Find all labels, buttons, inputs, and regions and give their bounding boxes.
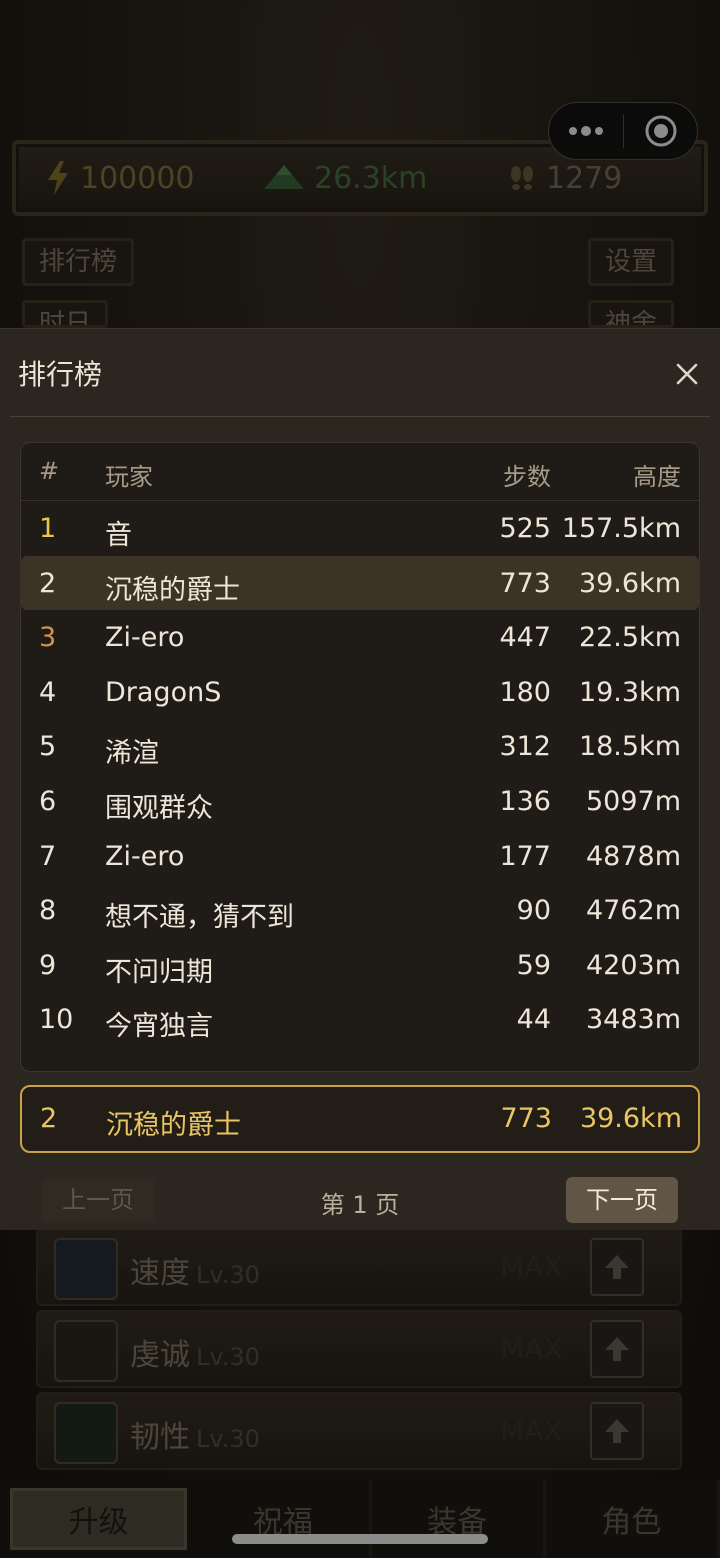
table-body: 1 音 525 157.5km 2 沉稳的爵士 773 39.6km 3 Zi-ero 447 22.…: [21, 501, 699, 1047]
row-steps: 59: [516, 949, 551, 981]
header-steps: 步数: [503, 463, 551, 491]
row-steps: 773: [499, 567, 551, 599]
row-rank: 3: [39, 622, 57, 654]
table-row[interactable]: 1 音 525 157.5km: [21, 501, 699, 556]
row-player: Zi-ero: [105, 840, 185, 872]
my-rank: 2: [40, 1103, 58, 1134]
row-steps: 180: [499, 676, 551, 708]
row-height: 22.5km: [578, 622, 681, 654]
row-height: 4878m: [585, 840, 681, 872]
row-player: DragonS: [105, 676, 222, 708]
modal-header: 排行榜: [0, 329, 720, 417]
row-rank: 7: [39, 840, 57, 872]
close-button[interactable]: [670, 357, 704, 391]
row-rank: 10: [39, 1004, 74, 1036]
home-indicator: [232, 1534, 488, 1544]
divider: [10, 416, 710, 417]
row-rank: 9: [39, 949, 57, 981]
row-height: 4203m: [585, 949, 681, 981]
my-steps: 773: [500, 1103, 552, 1134]
header-height: 高度: [633, 463, 681, 491]
row-player: 不问归期: [105, 956, 213, 988]
table-row[interactable]: 4 DragonS 180 19.3km: [21, 665, 699, 720]
row-rank: 5: [39, 731, 57, 763]
row-steps: 136: [499, 785, 551, 817]
table-row[interactable]: 2 沉稳的爵士 773 39.6km: [21, 555, 699, 611]
table-row[interactable]: 10 今宵独言 44 3483m: [21, 992, 699, 1047]
row-rank: 1: [39, 513, 57, 544]
row-steps: 312: [499, 731, 551, 763]
row-height: 18.5km: [578, 731, 681, 763]
row-rank: 8: [39, 895, 57, 927]
row-steps: 44: [516, 1004, 551, 1036]
table-header: # 玩家 步数 高度: [21, 443, 699, 501]
prev-page-button[interactable]: 上一页: [42, 1177, 154, 1223]
row-rank: 6: [39, 785, 57, 817]
row-height: 5097m: [585, 785, 681, 817]
table-row[interactable]: 9 不问归期 59 4203m: [21, 938, 699, 993]
table-row[interactable]: 3 Zi-ero 447 22.5km: [21, 610, 699, 665]
modal-title: 排行榜: [18, 358, 103, 391]
pagination: 上一页 第 1 页 下一页: [0, 1175, 720, 1225]
row-height: 3483m: [585, 1004, 681, 1036]
my-height: 39.6km: [579, 1103, 682, 1134]
row-player: Zi-ero: [105, 622, 185, 654]
row-player: 想不通，猜不到: [105, 902, 294, 934]
row-steps: 90: [516, 895, 551, 927]
row-height: 4762m: [585, 895, 681, 927]
table-row[interactable]: 6 围观群众 136 5097m: [21, 774, 699, 829]
row-steps: 525: [499, 513, 551, 544]
table-row[interactable]: 8 想不通，猜不到 90 4762m: [21, 883, 699, 938]
my-player: 沉稳的爵士: [106, 1110, 241, 1141]
row-rank: 4: [39, 676, 57, 708]
row-rank: 2: [39, 567, 57, 599]
row-player: 围观群众: [105, 792, 213, 824]
header-player: 玩家: [105, 463, 153, 491]
close-icon: [676, 363, 698, 385]
row-player: 音: [105, 520, 132, 551]
table-row[interactable]: 5 浠渲 312 18.5km: [21, 719, 699, 774]
row-height: 157.5km: [561, 513, 681, 544]
row-player: 沉稳的爵士: [105, 574, 240, 606]
my-rank-row: 2 沉稳的爵士 773 39.6km: [20, 1085, 700, 1153]
page-indicator: 第 1 页: [320, 1191, 400, 1219]
row-height: 39.6km: [578, 567, 681, 599]
leaderboard-table: # 玩家 步数 高度 1 音 525 157.5km 2 沉稳的爵士 773 39.6km 3 Z…: [20, 442, 700, 1072]
row-player: 今宵独言: [105, 1011, 213, 1043]
row-steps: 177: [499, 840, 551, 872]
table-row[interactable]: 7 Zi-ero 177 4878m: [21, 829, 699, 884]
leaderboard-modal: 排行榜 # 玩家 步数 高度 1 音 525 157.5km 2 沉稳的爵士 773 39.6…: [0, 328, 720, 1230]
next-page-button[interactable]: 下一页: [566, 1177, 678, 1223]
row-player: 浠渲: [105, 738, 159, 770]
header-rank: #: [39, 457, 60, 485]
row-steps: 447: [499, 622, 551, 654]
row-height: 19.3km: [578, 676, 681, 708]
